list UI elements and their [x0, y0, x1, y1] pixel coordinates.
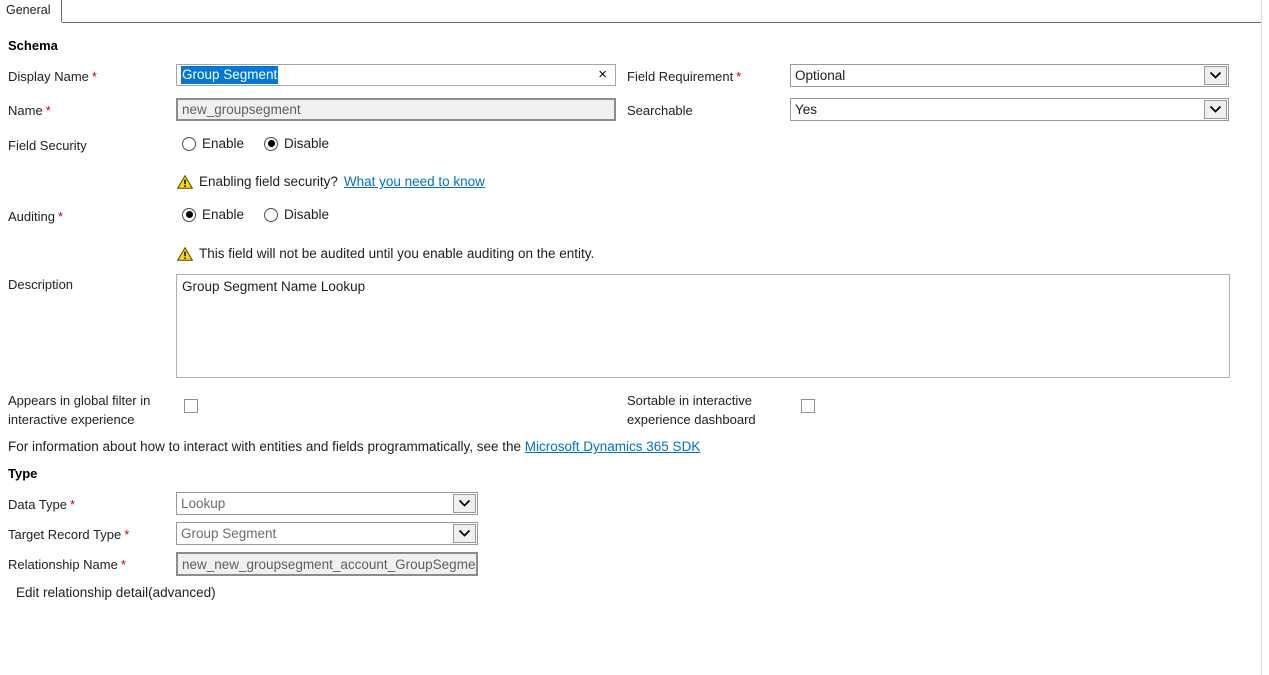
field-properties-page: General Schema Display Name* Group Segme… — [0, 0, 1269, 675]
searchable-label-text: Searchable — [627, 103, 693, 118]
auditing-warning-text: This field will not be audited until you… — [199, 246, 594, 261]
field-security-warning: Enabling field security? What you need t… — [177, 174, 485, 189]
field-security-disable-label: Disable — [284, 136, 329, 151]
target-record-type-dropdown: Group Segment — [176, 522, 478, 545]
global-filter-checkbox[interactable] — [184, 399, 198, 413]
warning-icon — [177, 175, 193, 189]
data-type-label: Data Type* — [8, 497, 75, 512]
field-security-label: Field Security — [8, 138, 87, 153]
target-record-type-dropdown-button — [453, 524, 476, 543]
warning-icon — [177, 247, 193, 261]
display-name-input[interactable]: Group Segment × — [176, 64, 616, 86]
sdk-note-text: For information about how to interact wi… — [8, 439, 525, 454]
field-requirement-value: Optional — [795, 65, 845, 86]
searchable-dropdown-button[interactable] — [1204, 100, 1227, 119]
auditing-label-text: Auditing — [8, 209, 55, 224]
searchable-label: Searchable — [627, 103, 693, 118]
field-security-warning-link[interactable]: What you need to know — [344, 174, 485, 189]
field-security-enable-label: Enable — [202, 136, 244, 151]
relationship-name-label: Relationship Name* — [8, 557, 126, 572]
display-name-selected-text: Group Segment — [181, 66, 278, 84]
data-type-label-text: Data Type — [8, 497, 67, 512]
required-marker: * — [736, 69, 741, 84]
chevron-down-icon — [1209, 71, 1222, 80]
searchable-dropdown[interactable]: Yes — [790, 98, 1229, 121]
required-marker: * — [124, 527, 129, 542]
relationship-name-label-text: Relationship Name — [8, 557, 118, 572]
name-label: Name* — [8, 103, 51, 118]
auditing-radio-group: Enable Disable — [182, 207, 343, 222]
data-type-dropdown-button — [453, 494, 476, 513]
chevron-down-icon — [1209, 105, 1222, 114]
field-security-disable-radio[interactable] — [264, 137, 278, 151]
name-input — [176, 98, 616, 121]
name-label-text: Name — [8, 103, 43, 118]
field-requirement-label: Field Requirement* — [627, 69, 741, 84]
clear-icon[interactable]: × — [598, 65, 607, 85]
description-label-text: Description — [8, 277, 73, 292]
description-label: Description — [8, 277, 73, 292]
field-requirement-dropdown[interactable]: Optional — [790, 64, 1229, 87]
data-type-value: Lookup — [181, 493, 225, 514]
display-name-label-text: Display Name — [8, 69, 89, 84]
field-security-enable-radio[interactable] — [182, 137, 196, 151]
relationship-name-input — [176, 552, 478, 576]
field-requirement-label-text: Field Requirement — [627, 69, 733, 84]
auditing-enable-label: Enable — [202, 207, 244, 222]
auditing-label: Auditing* — [8, 209, 63, 224]
sdk-note: For information about how to interact wi… — [8, 439, 700, 454]
display-name-label: Display Name* — [8, 69, 97, 84]
edit-relationship-link[interactable]: Edit relationship detail(advanced) — [16, 585, 216, 600]
required-marker: * — [58, 209, 63, 224]
required-marker: * — [46, 103, 51, 118]
auditing-disable-label: Disable — [284, 207, 329, 222]
type-section-heading: Type — [8, 466, 37, 481]
sdk-link[interactable]: Microsoft Dynamics 365 SDK — [525, 439, 701, 454]
description-textarea[interactable]: Group Segment Name Lookup — [176, 274, 1230, 378]
page-right-border — [1261, 0, 1262, 675]
field-security-label-text: Field Security — [8, 138, 87, 153]
auditing-enable-radio[interactable] — [182, 208, 196, 222]
required-marker: * — [92, 69, 97, 84]
auditing-disable-radio[interactable] — [264, 208, 278, 222]
target-record-type-label: Target Record Type* — [8, 527, 129, 542]
chevron-down-icon — [458, 529, 471, 538]
target-record-type-label-text: Target Record Type — [8, 527, 121, 542]
searchable-value: Yes — [795, 99, 817, 120]
field-security-warning-text: Enabling field security? — [199, 174, 338, 189]
field-security-radio-group: Enable Disable — [182, 136, 343, 151]
global-filter-label: Appears in global filter in interactive … — [8, 391, 173, 429]
auditing-warning: This field will not be audited until you… — [177, 246, 594, 261]
field-requirement-dropdown-button[interactable] — [1204, 66, 1227, 85]
sortable-label: Sortable in interactive experience dashb… — [627, 391, 772, 429]
tab-general[interactable]: General — [0, 0, 62, 22]
schema-section-heading: Schema — [8, 38, 58, 53]
required-marker: * — [121, 557, 126, 572]
sortable-checkbox[interactable] — [801, 399, 815, 413]
data-type-dropdown: Lookup — [176, 492, 478, 515]
tab-divider — [62, 22, 1262, 23]
required-marker: * — [70, 497, 75, 512]
chevron-down-icon — [458, 499, 471, 508]
target-record-type-value: Group Segment — [181, 523, 276, 544]
